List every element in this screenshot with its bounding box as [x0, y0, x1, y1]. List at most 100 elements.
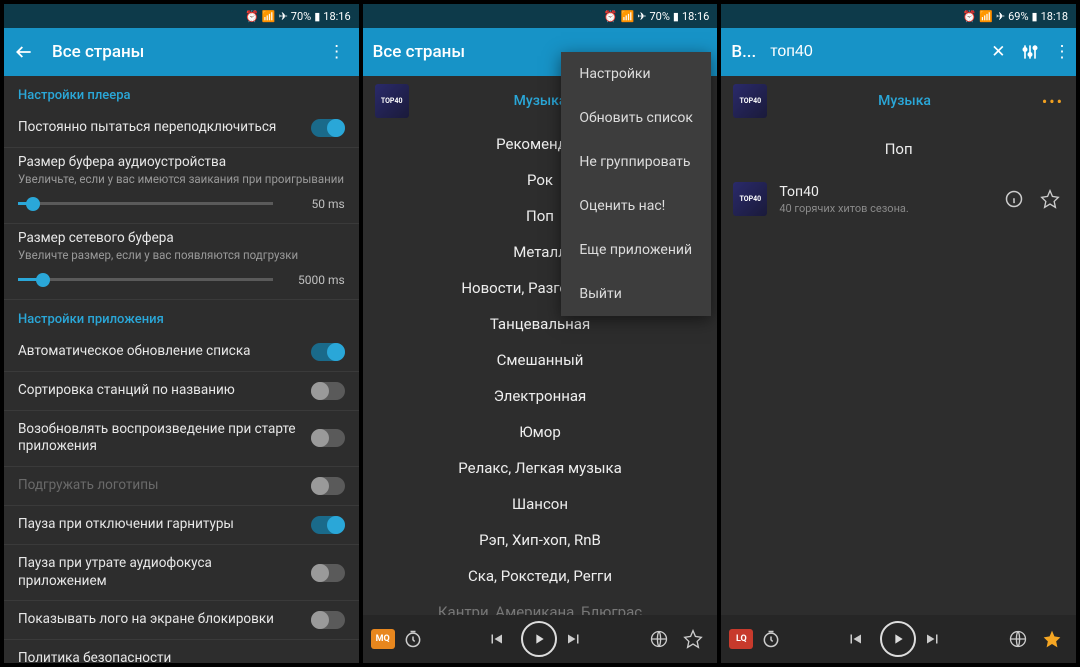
quality-badge[interactable]: MQ [371, 629, 395, 649]
search-input[interactable] [770, 43, 977, 61]
category-item[interactable]: Рэп, Хип-хоп, RnB [363, 522, 718, 558]
app-bar: В... ✕ ⋮ [721, 28, 1076, 76]
setting-auto-update[interactable]: Автоматическое обновление списка [4, 333, 359, 372]
equalizer-icon[interactable] [1020, 42, 1040, 62]
screen-search: ⏰ 📶 ✈ 69% ▮ 18:18 В... ✕ ⋮ TOP40 Музыка … [721, 4, 1076, 663]
toggle-show-lock[interactable] [311, 611, 345, 629]
setting-privacy[interactable]: Политика безопасности [4, 640, 359, 663]
section-player-header: Настройки плеера [4, 76, 359, 109]
player-bar: MQ [363, 615, 718, 663]
station-row[interactable]: TOP40 Топ40 40 горячих хитов сезона. [721, 172, 1076, 226]
battery-text: 70% [649, 10, 669, 23]
screen-settings: ⏰ 📶 ✈ 70% ▮ 18:16 Все страны ⋮ Настройки… [4, 4, 359, 663]
setting-show-lock[interactable]: Показывать лого на экране блокировки [4, 601, 359, 640]
setting-net-buffer: Размер сетевого буфера Увеличте размер, … [4, 224, 359, 300]
menu-ungroup[interactable]: Не группировать [561, 140, 711, 184]
sleep-timer-icon[interactable] [403, 629, 429, 649]
battery-icon: ▮ [1032, 10, 1038, 23]
globe-icon[interactable] [1008, 629, 1034, 649]
setting-pause-headset[interactable]: Пауза при отключении гарнитуры [4, 506, 359, 545]
section-title: Музыка [777, 93, 1031, 109]
player-bar: LQ [721, 615, 1076, 663]
menu-settings[interactable]: Настройки [561, 52, 711, 96]
top40-icon: TOP40 [733, 84, 767, 118]
airplane-icon: ✈ [279, 10, 288, 23]
quality-badge[interactable]: LQ [729, 629, 753, 649]
star-icon[interactable] [1040, 189, 1064, 209]
status-bar: ⏰ 📶 ✈ 69% ▮ 18:18 [721, 4, 1076, 28]
results-list[interactable]: TOP40 Музыка ••• Поп TOP40 Топ40 40 горя… [721, 76, 1076, 615]
sleep-timer-icon[interactable] [761, 629, 787, 649]
setting-resume[interactable]: Возобновлять воспроизведение при старте … [4, 411, 359, 467]
airplane-icon: ✈ [996, 10, 1005, 23]
station-desc: 40 горячих хитов сезона. [779, 202, 992, 215]
star-icon[interactable] [1042, 629, 1068, 649]
battery-icon: ▮ [314, 10, 320, 23]
toggle-auto-update[interactable] [311, 343, 345, 361]
category-item[interactable]: Кантри, Американа, Блюграс [363, 594, 718, 615]
category-item[interactable]: Юмор [363, 414, 718, 450]
station-name: Топ40 [779, 184, 992, 200]
wifi-icon: 📶 [262, 10, 276, 23]
next-icon[interactable] [565, 630, 591, 648]
setting-pause-focus[interactable]: Пауза при утрате аудиофокуса приложением [4, 545, 359, 601]
prev-icon[interactable] [487, 630, 513, 648]
overflow-menu: Настройки Обновить список Не группироват… [561, 52, 711, 316]
toggle-reconnect[interactable] [311, 119, 345, 137]
net-buffer-value: 5000 ms [285, 273, 345, 287]
genre-header: Поп [721, 126, 1076, 172]
clear-icon[interactable]: ✕ [991, 42, 1005, 62]
status-bar: ⏰ 📶 ✈ 70% ▮ 18:16 [4, 4, 359, 28]
clock: 18:16 [323, 10, 350, 23]
toggle-sort[interactable] [311, 382, 345, 400]
screen-categories: ⏰ 📶 ✈ 70% ▮ 18:16 Все страны Настройки О… [363, 4, 718, 663]
wifi-icon: 📶 [979, 10, 993, 23]
category-item[interactable]: Шансон [363, 486, 718, 522]
setting-reconnect[interactable]: Постоянно пытаться переподключиться [4, 109, 359, 148]
section-app-header: Настройки приложения [4, 300, 359, 333]
star-icon[interactable] [683, 629, 709, 649]
globe-icon[interactable] [649, 629, 675, 649]
category-item[interactable]: Электронная [363, 378, 718, 414]
overflow-icon[interactable]: ⋮ [325, 42, 349, 62]
play-button[interactable] [880, 621, 916, 657]
slider-audio-buffer[interactable] [18, 202, 273, 205]
menu-refresh[interactable]: Обновить список [561, 96, 711, 140]
toggle-pause-headset[interactable] [311, 516, 345, 534]
battery-text: 69% [1008, 10, 1028, 23]
settings-list[interactable]: Настройки плеера Постоянно пытаться пере… [4, 76, 359, 663]
top40-icon: TOP40 [375, 84, 409, 118]
info-icon[interactable] [1004, 189, 1028, 209]
battery-icon: ▮ [673, 10, 679, 23]
clock: 18:16 [682, 10, 709, 23]
battery-text: 70% [291, 10, 311, 23]
slider-net-buffer[interactable] [18, 278, 273, 281]
setting-sort[interactable]: Сортировка станций по названию [4, 372, 359, 411]
prev-icon[interactable] [846, 630, 872, 648]
play-button[interactable] [521, 621, 557, 657]
category-item[interactable]: Релакс, Легкая музыка [363, 450, 718, 486]
app-bar: Все страны ⋮ [4, 28, 359, 76]
page-title-short: В... [731, 42, 756, 62]
toggle-pause-focus[interactable] [311, 564, 345, 582]
section-more-icon[interactable]: ••• [1042, 92, 1064, 111]
page-title: Все страны [52, 42, 311, 62]
alarm-icon: ⏰ [245, 10, 259, 23]
setting-logos: Подгружать логотипы [4, 467, 359, 506]
alarm-icon: ⏰ [963, 10, 977, 23]
back-icon[interactable] [14, 42, 38, 62]
menu-more-apps[interactable]: Еще приложений [561, 228, 711, 272]
setting-audio-buffer: Размер буфера аудиоустройства Увеличьте,… [4, 148, 359, 224]
audio-buffer-value: 50 ms [285, 197, 345, 211]
toggle-resume[interactable] [311, 429, 345, 447]
menu-exit[interactable]: Выйти [561, 272, 711, 316]
overflow-icon[interactable]: ⋮ [1054, 42, 1071, 62]
status-bar: ⏰ 📶 ✈ 70% ▮ 18:16 [363, 4, 718, 28]
section-row-music: TOP40 Музыка ••• [721, 76, 1076, 126]
next-icon[interactable] [924, 630, 950, 648]
category-item[interactable]: Ска, Рокстеди, Регги [363, 558, 718, 594]
wifi-icon: 📶 [621, 10, 635, 23]
airplane-icon: ✈ [637, 10, 646, 23]
menu-rate[interactable]: Оценить нас! [561, 184, 711, 228]
category-item[interactable]: Смешанный [363, 342, 718, 378]
